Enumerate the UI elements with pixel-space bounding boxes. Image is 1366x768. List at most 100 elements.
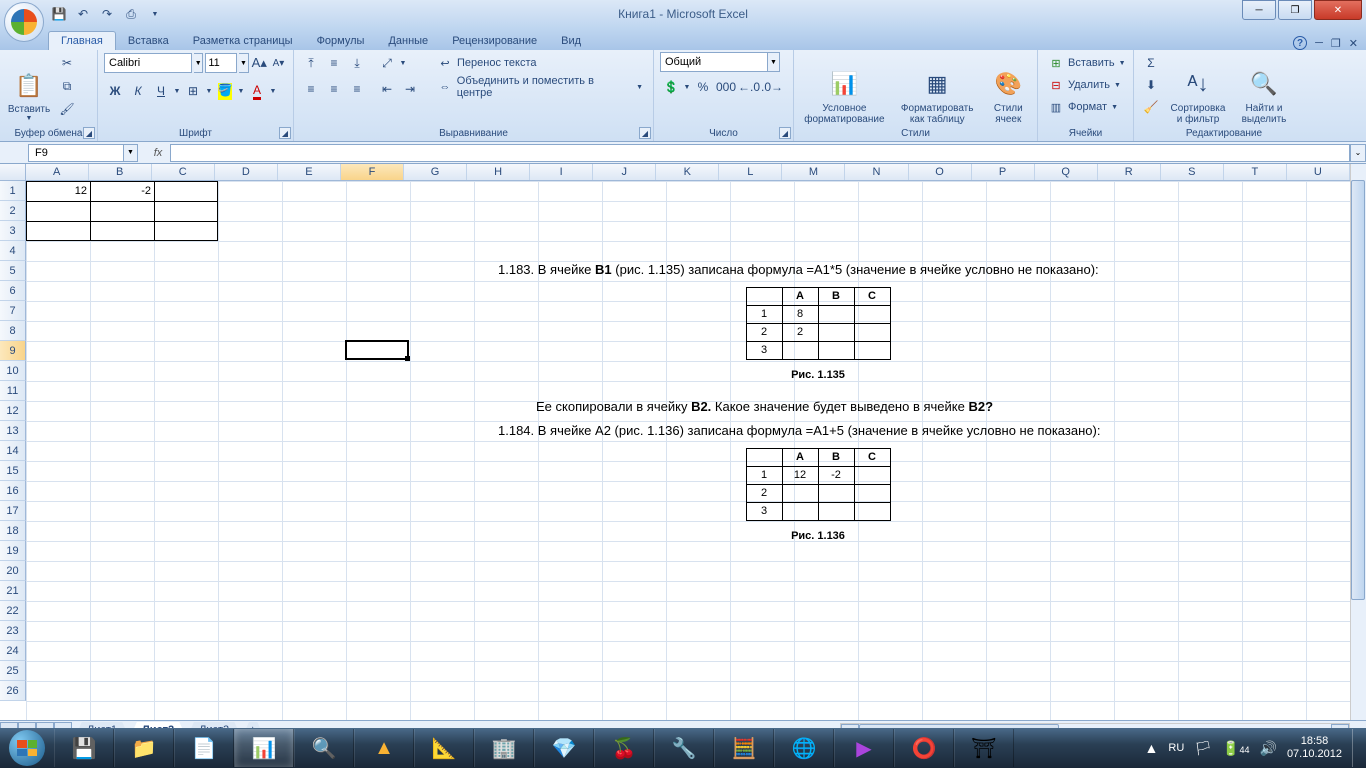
tab-review[interactable]: Рецензирование — [440, 32, 549, 50]
row-header[interactable]: 20 — [0, 561, 26, 581]
task-app5-icon[interactable]: 🍒 — [594, 729, 654, 767]
insert-cells-button[interactable]: ⊞Вставить▼ — [1044, 52, 1130, 74]
task-calc-icon[interactable]: 🧮 — [714, 729, 774, 767]
column-header[interactable]: O — [909, 164, 972, 180]
row-header[interactable]: 23 — [0, 621, 26, 641]
tray-show-hidden-icon[interactable]: ▲ — [1145, 740, 1159, 756]
font-color-dropdown-icon[interactable]: ▼ — [269, 80, 277, 102]
shrink-font-icon[interactable]: A▾ — [270, 52, 287, 74]
comma-icon[interactable]: 000 — [715, 76, 737, 98]
borders-icon[interactable]: ⊞ — [182, 80, 204, 102]
delete-cells-button[interactable]: ⊟Удалить▼ — [1044, 74, 1130, 96]
column-header[interactable]: I — [530, 164, 593, 180]
column-header[interactable]: B — [89, 164, 152, 180]
font-size-input[interactable] — [205, 53, 237, 73]
column-header[interactable]: L — [719, 164, 782, 180]
vertical-scrollbar[interactable] — [1350, 164, 1366, 720]
column-header[interactable]: H — [467, 164, 530, 180]
row-header[interactable]: 14 — [0, 441, 26, 461]
tab-page-layout[interactable]: Разметка страницы — [181, 32, 305, 50]
increase-decimal-icon[interactable]: ←.0 — [738, 76, 760, 98]
align-bottom-icon[interactable]: ⤓ — [346, 52, 368, 74]
task-app3-icon[interactable]: 🏢 — [474, 729, 534, 767]
row-header[interactable]: 18 — [0, 521, 26, 541]
column-header[interactable]: J — [593, 164, 656, 180]
borders-dropdown-icon[interactable]: ▼ — [205, 80, 213, 102]
row-header[interactable]: 17 — [0, 501, 26, 521]
clipboard-dialog-icon[interactable]: ◢ — [83, 127, 95, 139]
tab-home[interactable]: Главная — [48, 31, 116, 50]
underline-icon[interactable]: Ч — [150, 80, 172, 102]
clear-icon[interactable]: 🧹 — [1140, 96, 1162, 118]
row-header[interactable]: 26 — [0, 681, 26, 701]
percent-icon[interactable]: % — [692, 76, 714, 98]
tray-language[interactable]: RU — [1168, 742, 1184, 754]
row-header[interactable]: 19 — [0, 541, 26, 561]
maximize-button[interactable]: ❐ — [1278, 0, 1312, 20]
row-header[interactable]: 7 — [0, 301, 26, 321]
print-icon[interactable]: ⎙ — [120, 3, 142, 25]
tray-flag-icon[interactable]: 🏳 — [1194, 740, 1212, 757]
task-aimp-icon[interactable]: ▲ — [354, 729, 414, 767]
row-header[interactable]: 25 — [0, 661, 26, 681]
tray-volume-icon[interactable]: 🔊 — [1260, 740, 1277, 757]
format-cells-button[interactable]: ▥Формат▼ — [1044, 96, 1130, 118]
task-app1-icon[interactable]: 🔍 — [294, 729, 354, 767]
row-header[interactable]: 9 — [0, 341, 26, 361]
tray-battery-icon[interactable]: 🔋44 — [1222, 740, 1249, 757]
tab-view[interactable]: Вид — [549, 32, 593, 50]
autosum-icon[interactable]: Σ — [1140, 52, 1162, 74]
number-format-dropdown-icon[interactable]: ▼ — [768, 52, 780, 72]
decrease-indent-icon[interactable]: ⇤ — [376, 78, 398, 100]
minimize-button[interactable]: ─ — [1242, 0, 1276, 20]
expand-formula-bar-icon[interactable]: ⌄ — [1350, 144, 1366, 162]
row-header[interactable]: 21 — [0, 581, 26, 601]
start-button[interactable] — [0, 728, 54, 768]
office-button[interactable] — [4, 2, 44, 42]
grow-font-icon[interactable]: A▴ — [251, 52, 268, 74]
fill-icon[interactable]: ⬇ — [1140, 74, 1162, 96]
align-middle-icon[interactable]: ≡ — [323, 52, 345, 74]
task-explorer-icon[interactable]: 📁 — [114, 729, 174, 767]
column-header[interactable]: E — [278, 164, 341, 180]
undo-icon[interactable]: ↶ — [72, 3, 94, 25]
task-app8-icon[interactable]: ⛩ — [954, 729, 1014, 767]
redo-icon[interactable]: ↷ — [96, 3, 118, 25]
wrap-text-button[interactable]: ↩Перенос текста — [433, 52, 647, 74]
save-icon[interactable]: 💾 — [48, 3, 70, 25]
bold-icon[interactable]: Ж — [104, 80, 126, 102]
column-header[interactable]: K — [656, 164, 719, 180]
currency-icon[interactable]: 💲 — [660, 76, 682, 98]
number-dialog-icon[interactable]: ◢ — [779, 127, 791, 139]
cut-icon[interactable]: ✂ — [56, 52, 78, 74]
column-header[interactable]: S — [1161, 164, 1224, 180]
row-header[interactable]: 13 — [0, 421, 26, 441]
row-header[interactable]: 12 — [0, 401, 26, 421]
align-top-icon[interactable]: ⤒ — [300, 52, 322, 74]
column-header[interactable]: A — [26, 164, 89, 180]
task-word-icon[interactable]: 📄 — [174, 729, 234, 767]
name-box[interactable]: F9 — [28, 144, 124, 162]
select-all-corner[interactable] — [0, 164, 26, 180]
font-size-dropdown-icon[interactable]: ▼ — [239, 53, 248, 73]
font-name-dropdown-icon[interactable]: ▼ — [194, 53, 203, 73]
row-header[interactable]: 3 — [0, 221, 26, 241]
font-dialog-icon[interactable]: ◢ — [279, 127, 291, 139]
spreadsheet-grid[interactable]: ABCDEFGHIJKLMNOPQRSTU 123456789101112131… — [0, 164, 1366, 720]
vscroll-thumb[interactable] — [1351, 180, 1365, 600]
qat-dropdown-icon[interactable]: ▼ — [144, 3, 166, 25]
column-header[interactable]: R — [1098, 164, 1161, 180]
task-opera-icon[interactable]: ⭕ — [894, 729, 954, 767]
row-header[interactable]: 22 — [0, 601, 26, 621]
task-app6-icon[interactable]: 🔧 — [654, 729, 714, 767]
align-left-icon[interactable]: ≡ — [300, 78, 322, 100]
italic-icon[interactable]: К — [127, 80, 149, 102]
column-header[interactable]: P — [972, 164, 1035, 180]
alignment-dialog-icon[interactable]: ◢ — [639, 127, 651, 139]
orientation-dropdown-icon[interactable]: ▼ — [399, 52, 407, 74]
tray-clock[interactable]: 18:58 07.10.2012 — [1287, 735, 1342, 761]
embedded-textbook-image[interactable]: 1.183. В ячейке B1 (рис. 1.135) записана… — [498, 261, 1138, 558]
fill-dropdown-icon[interactable]: ▼ — [237, 80, 245, 102]
help-icon[interactable]: ? — [1293, 36, 1307, 50]
row-header[interactable]: 1 — [0, 181, 26, 201]
